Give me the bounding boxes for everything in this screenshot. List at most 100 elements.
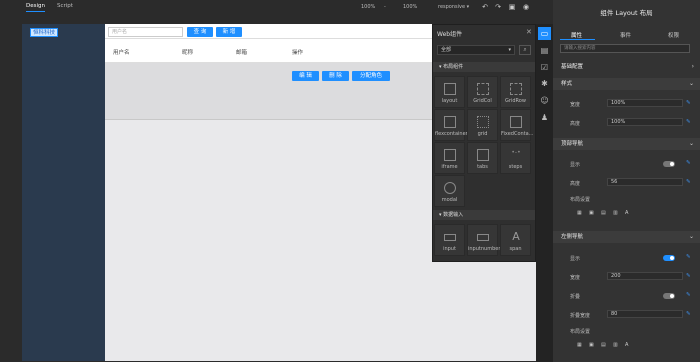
edit-pencil-icon[interactable]: ✎ <box>686 273 691 279</box>
assign-role-button[interactable]: 分配角色 <box>352 71 390 81</box>
section-basic-config[interactable]: 基础配置 › <box>553 61 700 73</box>
widget-tabs[interactable]: tabs <box>467 142 498 174</box>
zoom-right-select[interactable]: 100% <box>403 4 417 10</box>
inputnumber-icon <box>477 234 489 241</box>
layout-option-icon[interactable]: A <box>625 342 628 348</box>
redo-icon[interactable]: ↷ <box>494 3 502 11</box>
preview-icon[interactable]: ◉ <box>522 3 530 11</box>
widget-label: tabs <box>477 164 488 170</box>
widget-layout[interactable]: layout <box>434 76 465 108</box>
username-search-input[interactable]: 用户名 <box>108 27 183 37</box>
chevron-down-icon: ⌄ <box>688 80 694 87</box>
top-nav-show-toggle[interactable] <box>663 161 675 167</box>
layout-sidebar[interactable] <box>22 24 105 361</box>
widget-span[interactable]: Aspan <box>500 224 531 256</box>
user-icon[interactable]: ♟ <box>538 111 551 124</box>
panel-title: 组件 Layout 布局 <box>600 9 653 17</box>
edit-pencil-icon[interactable]: ✎ <box>686 100 691 106</box>
widget-filter-select[interactable]: 全部 ▾ <box>437 45 515 55</box>
section-left-nav[interactable]: 左侧导航 ⌄ <box>553 231 700 243</box>
new-button[interactable]: 新 增 <box>216 27 242 37</box>
section-style[interactable]: 样式 ⌄ <box>553 78 700 90</box>
widget-inputnumber[interactable]: inputnumber <box>467 224 501 256</box>
widget-input[interactable]: input <box>434 224 465 256</box>
category-data-input-label: 数据输入 <box>443 212 464 218</box>
section-label: 基础配置 <box>561 64 584 70</box>
widget-modal[interactable]: modal <box>434 175 465 207</box>
widget-fixedcontainer[interactable]: FixedConta... <box>500 109 534 141</box>
section-top-nav[interactable]: 顶部导航 ⌄ <box>553 138 700 150</box>
steps-icon: •-• <box>511 149 521 156</box>
top-nav-height-input[interactable]: 56 <box>607 178 683 186</box>
widget-label: GridCol <box>473 98 492 104</box>
widget-gridcol[interactable]: GridCol <box>467 76 498 108</box>
component-library-icon[interactable]: ▭ <box>538 27 551 40</box>
device-label: responsive <box>438 4 466 10</box>
widget-iframe[interactable]: iframe <box>434 142 465 174</box>
tab-design[interactable]: Design <box>26 3 45 12</box>
chevron-right-icon: › <box>691 63 694 70</box>
left-nav-collapse-toggle[interactable] <box>663 293 675 299</box>
layout-option-icon[interactable]: ▤ <box>601 342 606 348</box>
edit-pencil-icon[interactable]: ✎ <box>686 179 691 185</box>
layout-option-icon[interactable]: ▥ <box>613 342 618 348</box>
property-search-input[interactable]: 请输入搜索内容 <box>560 44 690 53</box>
column-actions: 操作 <box>292 50 304 56</box>
close-icon[interactable]: ✕ <box>526 28 532 36</box>
section-label: 顶部导航 <box>561 141 584 147</box>
layout-option-icon[interactable]: ▥ <box>613 210 618 216</box>
bug-icon[interactable]: ✱ <box>538 77 551 90</box>
edit-button[interactable]: 编 辑 <box>292 71 319 81</box>
query-button[interactable]: 查 询 <box>187 27 213 37</box>
widget-label: FixedConta... <box>501 131 534 137</box>
team-icon[interactable]: ☺ <box>538 94 551 107</box>
left-nav-collapse-width-input[interactable]: 80 <box>607 310 683 318</box>
left-nav-width-input[interactable]: 200 <box>607 272 683 280</box>
edit-pencil-icon[interactable]: ✎ <box>686 160 691 166</box>
widget-flexcontainer[interactable]: flexcontainer <box>434 109 468 141</box>
layout-option-icon[interactable]: ▣ <box>589 342 594 348</box>
delete-button[interactable]: 删 除 <box>322 71 349 81</box>
widget-gridrow[interactable]: GridRow <box>500 76 531 108</box>
height-input[interactable]: 100% <box>607 118 683 126</box>
logo: 恒科科技 <box>30 28 59 37</box>
tab-events[interactable]: 事件 <box>620 31 631 39</box>
zoom-left-select[interactable]: 100% <box>361 4 375 10</box>
flexcontainer-icon <box>444 116 456 128</box>
search-icon[interactable]: ⌕ <box>519 45 531 55</box>
top-nav-height-label: 高度 <box>570 181 581 187</box>
widget-steps[interactable]: •-• steps <box>500 142 531 174</box>
edit-pencil-icon[interactable]: ✎ <box>686 311 691 317</box>
edit-pencil-icon[interactable]: ✎ <box>686 254 691 260</box>
widget-panel-title: Web组件 <box>437 31 463 38</box>
left-nav-show-toggle[interactable] <box>663 255 675 261</box>
iframe-icon <box>444 149 456 161</box>
category-data-input[interactable]: ▾ 数据输入 <box>433 210 535 220</box>
edit-pencil-icon[interactable]: ✎ <box>686 292 691 298</box>
edit-pencil-icon[interactable]: ✎ <box>686 119 691 125</box>
left-nav-collapse-label: 折叠 <box>570 294 581 300</box>
chevron-down-icon: ⌄ <box>688 140 694 147</box>
undo-icon[interactable]: ↶ <box>481 3 489 11</box>
layout-option-icon[interactable]: ▤ <box>601 210 606 216</box>
top-nav-layout-label: 布局设置 <box>570 197 591 203</box>
width-input[interactable]: 100% <box>607 99 683 107</box>
chevron-down-icon: ▾ <box>508 47 511 53</box>
category-layout[interactable]: ▾ 布局组件 <box>433 62 535 72</box>
outline-icon[interactable]: ▤ <box>538 44 551 57</box>
save-icon[interactable]: ▣ <box>508 3 516 11</box>
tab-properties[interactable]: 属性 <box>571 31 582 39</box>
tab-permissions[interactable]: 权限 <box>668 31 679 39</box>
layout-option-icon[interactable]: ▦ <box>577 342 582 348</box>
layout-option-icon[interactable]: ▦ <box>577 210 582 216</box>
widget-grid[interactable]: grid <box>467 109 498 141</box>
grid-icon <box>477 116 489 128</box>
layout-option-icon[interactable]: A <box>625 210 628 216</box>
chevron-down-icon: ⌄ <box>688 233 694 240</box>
checklist-icon[interactable]: ☑ <box>538 61 551 74</box>
layout-option-icon[interactable]: ▣ <box>589 210 594 216</box>
widget-label: inputnumber <box>468 246 501 252</box>
widget-filter-value: 全部 <box>441 47 452 53</box>
device-select[interactable]: responsive ▾ <box>438 4 469 10</box>
tab-script[interactable]: Script <box>57 3 73 9</box>
